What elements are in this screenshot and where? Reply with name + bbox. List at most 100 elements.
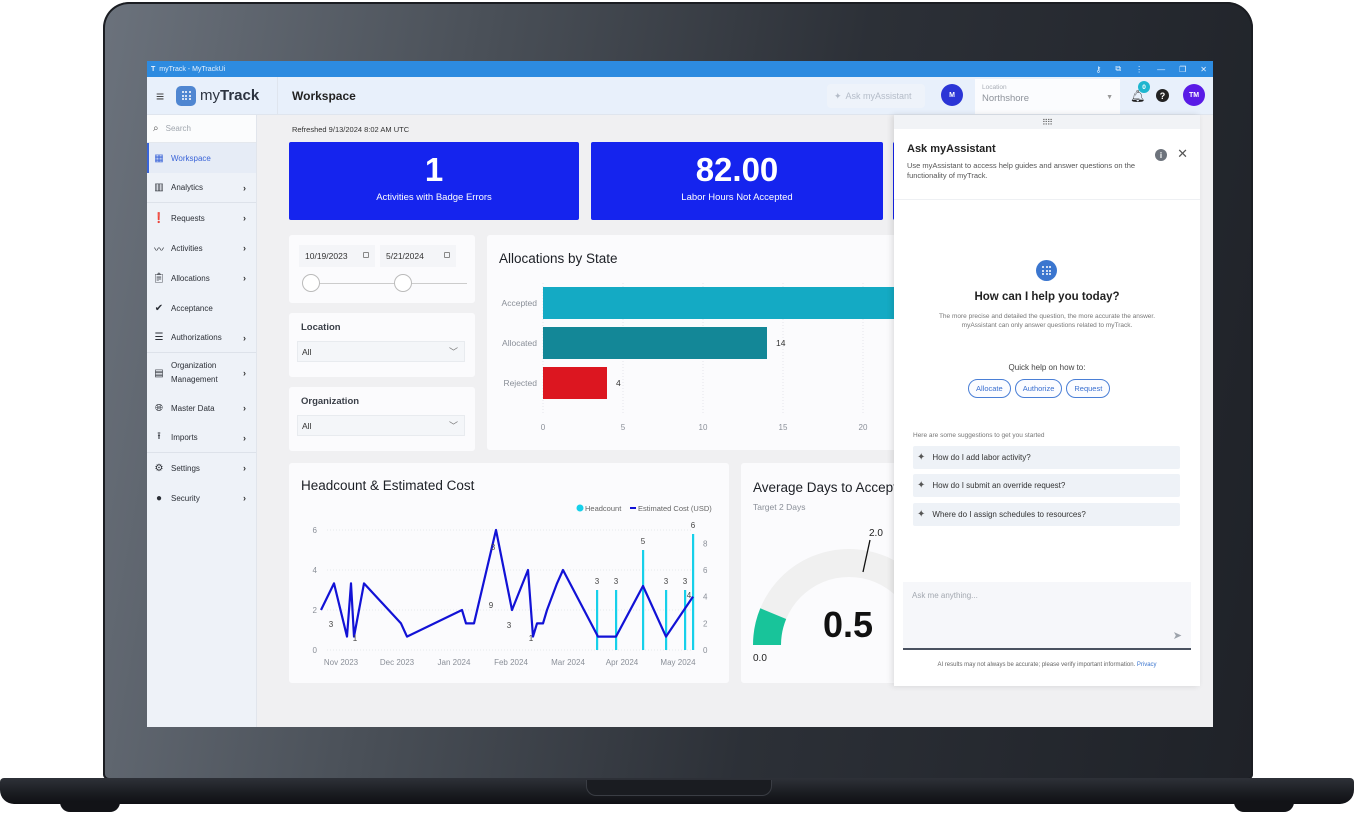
app-header: ≡ myTrack Workspace ✦ Ask myAssistant M … xyxy=(147,76,1213,115)
help-icon[interactable]: ? xyxy=(1156,89,1169,102)
point-label: 4 xyxy=(687,591,692,600)
clipboard-alert-icon: ❗ xyxy=(152,212,166,224)
sidebar-item-label: Imports xyxy=(171,433,198,442)
x-tick-label: Nov 2023 xyxy=(324,658,359,667)
headcount-bar xyxy=(596,590,599,650)
bar-chart-icon: ▥ xyxy=(154,182,164,193)
quick-help-label: Quick help on how to: xyxy=(1008,363,1086,372)
chevron-right-icon: › xyxy=(243,243,246,253)
x-tick-label: 10 xyxy=(699,423,708,432)
data-label: 3 xyxy=(664,577,669,586)
app-icon: T xyxy=(151,65,156,73)
calendar-icon xyxy=(444,252,450,258)
start-date-input[interactable]: 10/19/2023 xyxy=(299,245,375,267)
headcount-bar xyxy=(665,590,668,650)
minimize-icon[interactable]: — xyxy=(1157,65,1165,74)
quick-help-authorize[interactable]: Authorize xyxy=(1014,379,1063,398)
sidebar-item-organization-management[interactable]: ▤ Organization Management › xyxy=(147,353,256,393)
left-tick-label: 6 xyxy=(313,526,318,535)
location-select[interactable]: Location Northshore ▼ xyxy=(975,79,1120,114)
search-input[interactable]: Search xyxy=(166,124,191,133)
left-tick-label: 2 xyxy=(313,606,318,615)
x-tick-label: 5 xyxy=(621,423,626,432)
info-icon[interactable]: i xyxy=(1155,149,1167,161)
sidebar-item-activities[interactable]: 〰 Activities › xyxy=(147,233,256,263)
bar-rejected xyxy=(543,367,607,399)
end-date-input[interactable]: 5/21/2024 xyxy=(380,245,456,267)
category-label: Accepted xyxy=(502,298,538,308)
kpi-badge-errors[interactable]: 1 Activities with Badge Errors xyxy=(289,142,579,220)
sidebar-item-imports[interactable]: ⭱ Imports › xyxy=(147,423,256,453)
window-title: myTrack - MyTrackUi xyxy=(159,65,226,73)
key-icon[interactable]: ⚷ xyxy=(1096,65,1102,74)
sidebar-item-label: Allocations xyxy=(171,273,210,283)
sidebar: ⌕ Search ▦ Workspace ▥ Analytics › ❗ Requests ›… xyxy=(147,115,257,727)
sidebar-item-label: Acceptance xyxy=(171,303,213,313)
laptop-notch xyxy=(586,780,772,796)
x-tick-label: 20 xyxy=(859,423,868,432)
sidebar-item-workspace[interactable]: ▦ Workspace xyxy=(147,143,256,173)
point-label: 9 xyxy=(489,601,494,610)
brand-name: myTrack xyxy=(200,87,260,104)
user-circle-icon: ● xyxy=(155,492,163,504)
chevron-right-icon: › xyxy=(243,368,246,378)
building-icon: ▤ xyxy=(154,367,164,379)
sidebar-item-master-data[interactable]: 🌐︎ Master Data › xyxy=(147,393,256,423)
date-range-filter: 10/19/2023 5/21/2024 xyxy=(289,235,475,303)
category-label: Allocated xyxy=(502,338,537,348)
sidebar-search[interactable]: ⌕ Search xyxy=(147,115,256,143)
left-tick-label: 0 xyxy=(313,646,318,655)
privacy-link[interactable]: Privacy xyxy=(1137,662,1157,668)
assistant-input[interactable]: Ask me anything... ➤ xyxy=(903,582,1191,650)
quick-help-request[interactable]: Request xyxy=(1066,379,1111,398)
location-filter-select[interactable]: All ﹀ xyxy=(297,341,465,362)
calendar-icon xyxy=(363,252,369,258)
send-icon[interactable]: ➤ xyxy=(1173,629,1182,642)
assistant-panel: ⠿⠿ Ask myAssistant Use myAssistant to ac… xyxy=(894,115,1200,686)
date-slider-end-handle[interactable] xyxy=(394,274,413,292)
sidebar-item-authorizations[interactable]: ☰ Authorizations › xyxy=(147,323,256,353)
sidebar-item-acceptance[interactable]: ✔ Acceptance xyxy=(147,293,256,323)
sidebar-item-security[interactable]: ● Security › xyxy=(147,483,256,513)
suggestion-item[interactable]: ✦ How do I submit an override request? xyxy=(913,474,1180,497)
hamburger-menu-icon[interactable]: ≡ xyxy=(156,88,170,104)
right-tick-label: 6 xyxy=(703,566,708,575)
x-tick-label: Mar 2024 xyxy=(551,658,585,667)
kpi-labor-hours[interactable]: 82.00 Labor Hours Not Accepted xyxy=(591,142,883,220)
ask-assistant-button[interactable]: ✦ Ask myAssistant xyxy=(827,84,925,108)
allocations-bar-chart: 0 5 10 15 20 Accepted Allocated 14 Rejected 4 xyxy=(502,283,907,432)
x-tick-label: Jan 2024 xyxy=(438,658,471,667)
chevron-down-icon: ﹀ xyxy=(448,347,458,357)
data-label: 5 xyxy=(641,537,646,546)
more-icon[interactable]: ⋮ xyxy=(1135,65,1143,74)
x-tick-label: 0 xyxy=(541,423,546,432)
chevron-right-icon: › xyxy=(243,182,246,193)
close-icon[interactable]: ✕ xyxy=(1177,146,1188,162)
extension-icon[interactable]: ⧉ xyxy=(1115,64,1121,74)
org-avatar[interactable]: M xyxy=(941,84,963,106)
sidebar-item-allocations[interactable]: 📋︎ Allocations › xyxy=(147,263,256,293)
restore-icon[interactable]: ❐ xyxy=(1179,65,1186,74)
location-filter: Location All ﹀ xyxy=(289,313,475,377)
suggestion-item[interactable]: ✦ How do I add labor activity? xyxy=(913,446,1180,469)
assistant-header: Ask myAssistant Use myAssistant to acces… xyxy=(894,129,1200,200)
app-window: T myTrack - MyTrackUi ⚷ ⧉ ⋮ — ❐ ✕ ≡ myTr… xyxy=(147,61,1213,727)
x-tick-label: Apr 2024 xyxy=(606,658,639,667)
laptop-foot xyxy=(1234,802,1294,812)
close-icon[interactable]: ✕ xyxy=(1200,65,1207,74)
category-label: Rejected xyxy=(503,378,537,388)
drag-handle-icon[interactable]: ⠿⠿ xyxy=(894,115,1200,129)
chevron-right-icon: › xyxy=(243,332,246,343)
sidebar-item-settings[interactable]: ⚙ Settings › xyxy=(147,453,256,483)
suggestion-item[interactable]: ✦ Where do I assign schedules to resource… xyxy=(913,503,1180,526)
user-avatar[interactable]: TM xyxy=(1183,84,1205,106)
quick-help-allocate[interactable]: Allocate xyxy=(968,379,1011,398)
assistant-disclaimer: AI results may not always be accurate; p… xyxy=(937,662,1157,668)
headcount-bar xyxy=(642,550,645,650)
sidebar-item-label: Settings xyxy=(171,463,200,473)
min-label: 0.0 xyxy=(753,653,767,664)
sidebar-item-analytics[interactable]: ▥ Analytics › xyxy=(147,173,256,203)
sidebar-item-requests[interactable]: ❗ Requests › xyxy=(147,203,256,233)
date-slider-start-handle[interactable] xyxy=(302,274,320,292)
organization-filter-select[interactable]: All ﹀ xyxy=(297,415,465,436)
